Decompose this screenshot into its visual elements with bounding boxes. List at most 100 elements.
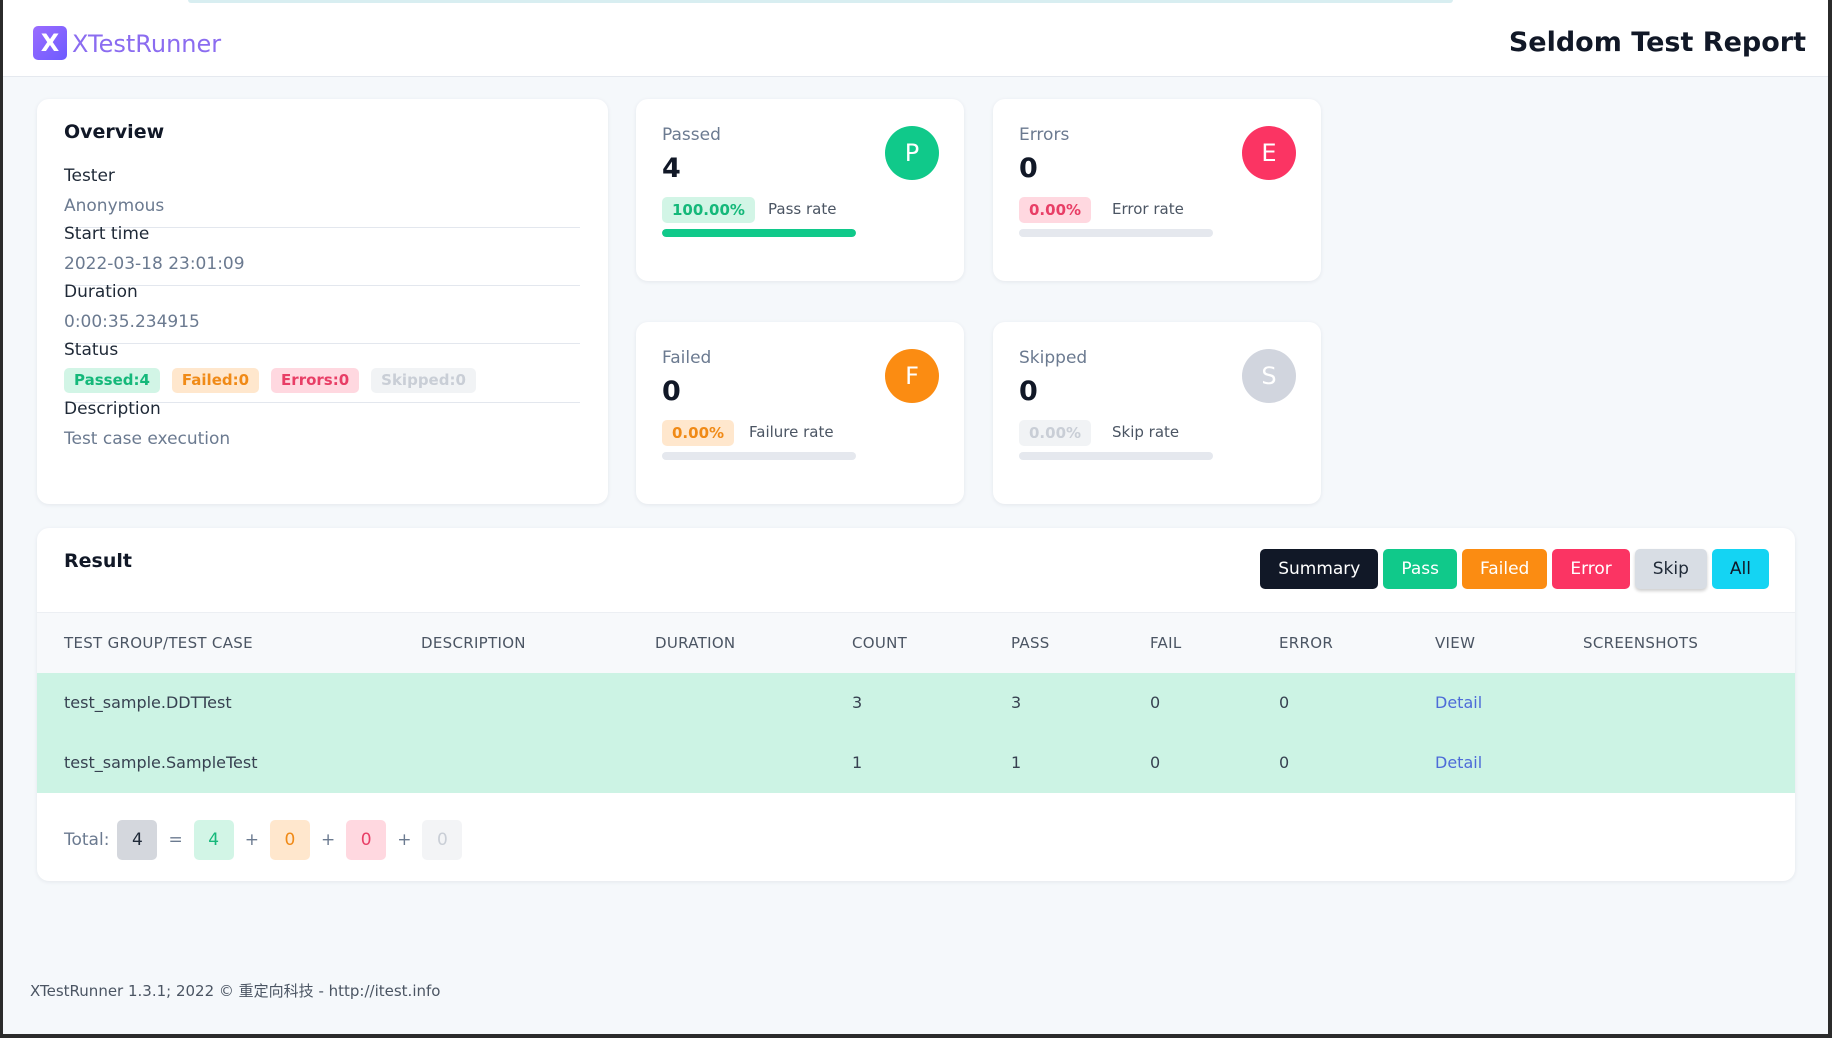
total-all-count: 4	[117, 820, 158, 860]
all-filter-button[interactable]: All	[1711, 549, 1769, 589]
summary-button[interactable]: Summary	[1260, 549, 1379, 589]
total-pass-count: 4	[193, 820, 234, 860]
skipped-count: 0	[1019, 376, 1038, 407]
result-card: Result Summary Pass Failed Error Skip Al…	[37, 528, 1795, 881]
row-test-group: test_sample.SampleTest	[64, 753, 258, 772]
row-fail: 0	[1150, 753, 1161, 772]
skipped-card: Skipped 0 S 0.00% Skip rate	[993, 322, 1321, 504]
total-fail-count: 0	[269, 820, 310, 860]
result-title: Result	[64, 550, 132, 572]
footer: XTestRunner 1.3.1; 2022 © 重定向科技 - http:/…	[30, 982, 441, 1000]
overview-card: Overview Tester Anonymous Start time 202…	[37, 99, 608, 504]
skip-filter-button[interactable]: Skip	[1634, 549, 1707, 589]
detail-link[interactable]: Detail	[1435, 753, 1482, 772]
row-pass: 3	[1011, 693, 1022, 712]
table-row: test_sample.DDTTest 3 3 0 0 Detail	[37, 673, 1795, 733]
errors-card: Errors 0 E 0.00% Error rate	[993, 99, 1321, 281]
column-header-group: TEST GROUP/TEST CASE	[64, 634, 253, 652]
start-time-row: Start time 2022-03-18 23:01:09	[64, 222, 580, 276]
status-badge-failed: Failed:0	[171, 368, 260, 393]
start-time-value: 2022-03-18 23:01:09	[64, 254, 245, 274]
pass-rate-label: Pass rate	[768, 200, 837, 218]
passed-icon: P	[885, 126, 939, 180]
skip-rate-label: Skip rate	[1112, 423, 1180, 441]
row-error: 0	[1279, 693, 1290, 712]
row-error: 0	[1279, 753, 1290, 772]
report-page: X XTestRunner Seldom Test Report Overvie…	[3, 0, 1828, 1034]
pass-rate-badge: 100.00%	[662, 197, 755, 223]
description-row: Description Test case execution	[64, 397, 580, 451]
equals-sign: =	[168, 830, 183, 850]
duration-label: Duration	[64, 282, 138, 302]
skip-rate-badge: 0.00%	[1019, 420, 1092, 446]
logo-icon: X	[33, 26, 67, 60]
row-count: 3	[852, 693, 863, 712]
skipped-label: Skipped	[1019, 348, 1088, 368]
error-filter-button[interactable]: Error	[1552, 549, 1630, 589]
total-skip-count: 0	[422, 820, 463, 860]
status-row: Status Passed:4 Failed:0 Errors:0 Skipped:0	[64, 338, 580, 393]
column-header-fail: FAIL	[1150, 634, 1182, 652]
status-badge-passed: Passed:4	[64, 368, 160, 393]
start-time-label: Start time	[64, 224, 150, 244]
failed-icon: F	[885, 349, 939, 403]
failed-count: 0	[662, 376, 681, 407]
tester-row: Tester Anonymous	[64, 164, 580, 218]
overview-title: Overview	[64, 121, 165, 143]
pass-rate-fill	[662, 229, 856, 237]
row-pass: 1	[1011, 753, 1022, 772]
failed-label: Failed	[662, 348, 712, 368]
duration-value: 0:00:35.234915	[64, 312, 200, 332]
row-test-group: test_sample.DDTTest	[64, 693, 232, 712]
passed-count: 4	[662, 153, 681, 184]
skipped-icon: S	[1242, 349, 1296, 403]
detail-link[interactable]: Detail	[1435, 693, 1482, 712]
plus-sign: +	[320, 830, 336, 850]
total-error-count: 0	[346, 820, 387, 860]
pass-rate-bar	[662, 229, 856, 237]
logo-text: XTestRunner	[72, 30, 222, 58]
status-label: Status	[64, 340, 119, 360]
description-label: Description	[64, 399, 161, 419]
column-header-description: DESCRIPTION	[421, 634, 526, 652]
plus-sign: +	[244, 830, 259, 850]
total-summary: Total: 4 = 4 + 0 + 0 + 0	[64, 820, 463, 860]
failed-filter-button[interactable]: Failed	[1461, 549, 1548, 589]
error-rate-badge: 0.00%	[1019, 197, 1092, 223]
status-badge-errors: Errors:0	[271, 368, 360, 393]
report-title: Seldom Test Report	[1508, 27, 1806, 58]
row-count: 1	[852, 753, 863, 772]
top-strip-bar	[188, 0, 1453, 3]
header: X XTestRunner Seldom Test Report	[3, 4, 1828, 77]
tester-label: Tester	[64, 166, 115, 186]
table-row: test_sample.SampleTest 1 1 0 0 Detail	[37, 733, 1795, 793]
result-filters: Summary Pass Failed Error Skip All	[1255, 549, 1769, 589]
pass-filter-button[interactable]: Pass	[1383, 549, 1457, 589]
description-value: Test case execution	[64, 429, 231, 449]
failure-rate-bar	[662, 452, 856, 460]
errors-icon: E	[1242, 126, 1296, 180]
plus-sign: +	[397, 830, 412, 850]
failure-rate-badge: 0.00%	[662, 420, 735, 446]
failed-card: Failed 0 F 0.00% Failure rate	[636, 322, 964, 504]
status-badge-skipped: Skipped:0	[371, 368, 476, 393]
column-header-error: ERROR	[1279, 634, 1334, 652]
error-rate-label: Error rate	[1112, 200, 1184, 218]
passed-label: Passed	[662, 125, 721, 145]
status-badges: Passed:4 Failed:0 Errors:0 Skipped:0	[64, 368, 580, 393]
duration-row: Duration 0:00:35.234915	[64, 280, 580, 334]
table-header: TEST GROUP/TEST CASE DESCRIPTION DURATIO…	[37, 612, 1795, 674]
error-rate-bar	[1019, 229, 1213, 237]
tester-value: Anonymous	[64, 196, 165, 216]
column-header-duration: DURATION	[655, 634, 736, 652]
column-header-count: COUNT	[852, 634, 908, 652]
skip-rate-bar	[1019, 452, 1213, 460]
column-header-view: VIEW	[1435, 634, 1476, 652]
total-label: Total:	[64, 830, 110, 850]
column-header-screenshots: SCREENSHOTS	[1583, 634, 1699, 652]
row-fail: 0	[1150, 693, 1161, 712]
errors-count: 0	[1019, 153, 1038, 184]
errors-label: Errors	[1019, 125, 1070, 145]
column-header-pass: PASS	[1011, 634, 1050, 652]
failure-rate-label: Failure rate	[749, 423, 834, 441]
